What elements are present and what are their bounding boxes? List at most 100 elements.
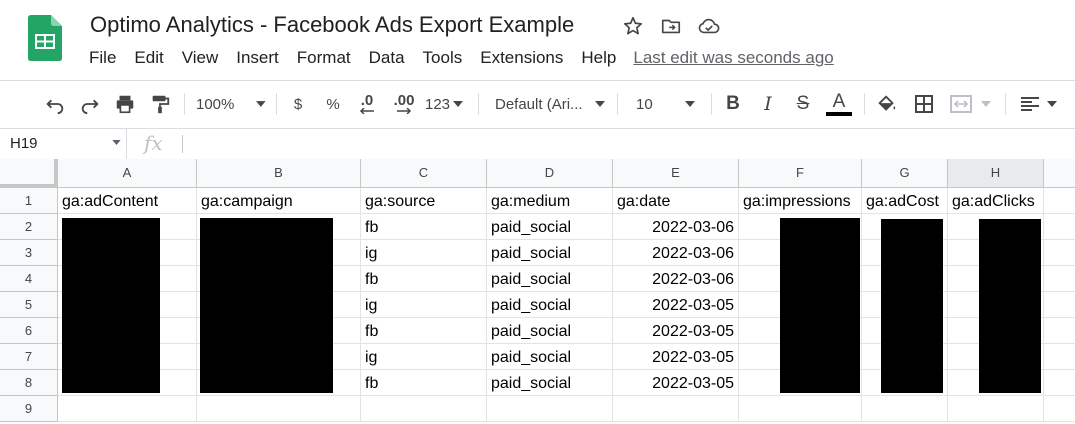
cell-d6[interactable]: paid_social bbox=[487, 318, 613, 344]
cell-c5[interactable]: ig bbox=[361, 292, 487, 318]
cell-e2[interactable]: 2022-03-06 bbox=[613, 214, 739, 240]
column-header-a[interactable]: A bbox=[58, 159, 197, 188]
cell-i2[interactable] bbox=[1044, 214, 1075, 240]
menu-help[interactable]: Help bbox=[572, 46, 625, 70]
cell-h9[interactable] bbox=[948, 396, 1044, 422]
menu-insert[interactable]: Insert bbox=[227, 46, 288, 70]
paint-format-icon[interactable] bbox=[147, 91, 173, 117]
row-header-4[interactable]: 4 bbox=[0, 266, 58, 292]
column-header-d[interactable]: D bbox=[487, 159, 613, 188]
row-header-9[interactable]: 9 bbox=[0, 396, 58, 422]
name-box[interactable]: H19 bbox=[0, 129, 127, 159]
increase-decimal-button[interactable]: .00 bbox=[390, 91, 418, 117]
cell-i5[interactable] bbox=[1044, 292, 1075, 318]
cell-g9[interactable] bbox=[862, 396, 948, 422]
cell-i3[interactable] bbox=[1044, 240, 1075, 266]
cell-d1[interactable]: ga:medium bbox=[487, 188, 613, 214]
cell-a1[interactable]: ga:adContent bbox=[58, 188, 197, 214]
cell-d2[interactable]: paid_social bbox=[487, 214, 613, 240]
cell-h1[interactable]: ga:adClicks bbox=[948, 188, 1044, 214]
fill-color-icon[interactable] bbox=[875, 91, 899, 117]
column-header-h[interactable]: H bbox=[948, 159, 1044, 188]
cell-e6[interactable]: 2022-03-05 bbox=[613, 318, 739, 344]
column-header-f[interactable]: F bbox=[739, 159, 862, 188]
cell-d3[interactable]: paid_social bbox=[487, 240, 613, 266]
column-header-c[interactable]: C bbox=[361, 159, 487, 188]
cell-b9[interactable] bbox=[197, 396, 361, 422]
italic-button[interactable]: I bbox=[757, 91, 779, 117]
column-header-g[interactable]: G bbox=[862, 159, 948, 188]
cell-d4[interactable]: paid_social bbox=[487, 266, 613, 292]
menu-file[interactable]: File bbox=[80, 46, 125, 70]
cell-g1[interactable]: ga:adCost bbox=[862, 188, 948, 214]
row-header-3[interactable]: 3 bbox=[0, 240, 58, 266]
cell-e3[interactable]: 2022-03-06 bbox=[613, 240, 739, 266]
print-icon[interactable] bbox=[112, 91, 138, 117]
cell-c9[interactable] bbox=[361, 396, 487, 422]
redo-icon[interactable] bbox=[77, 91, 103, 117]
merge-cells-icon[interactable] bbox=[948, 91, 992, 117]
cell-e8[interactable]: 2022-03-05 bbox=[613, 370, 739, 396]
cell-d5[interactable]: paid_social bbox=[487, 292, 613, 318]
row-header-7[interactable]: 7 bbox=[0, 344, 58, 370]
cell-i4[interactable] bbox=[1044, 266, 1075, 292]
document-title[interactable]: Optimo Analytics - Facebook Ads Export E… bbox=[90, 12, 574, 38]
sheets-logo-icon[interactable] bbox=[28, 15, 62, 66]
cell-e9[interactable] bbox=[613, 396, 739, 422]
menu-view[interactable]: View bbox=[173, 46, 228, 70]
decrease-decimal-button[interactable]: .0 bbox=[355, 91, 379, 117]
cell-i6[interactable] bbox=[1044, 318, 1075, 344]
horizontal-align-icon[interactable] bbox=[1016, 91, 1060, 117]
strikethrough-button[interactable]: S bbox=[792, 91, 814, 117]
cell-e7[interactable]: 2022-03-05 bbox=[613, 344, 739, 370]
row-header-1[interactable]: 1 bbox=[0, 188, 58, 214]
cell-e5[interactable]: 2022-03-05 bbox=[613, 292, 739, 318]
cell-c1[interactable]: ga:source bbox=[361, 188, 487, 214]
row-header-8[interactable]: 8 bbox=[0, 370, 58, 396]
font-family-select[interactable]: Default (Ari... bbox=[495, 91, 607, 117]
cloud-status-icon[interactable] bbox=[696, 13, 722, 39]
cell-i9[interactable] bbox=[1044, 396, 1075, 422]
menu-tools[interactable]: Tools bbox=[414, 46, 472, 70]
cell-d8[interactable]: paid_social bbox=[487, 370, 613, 396]
currency-format-button[interactable]: $ bbox=[288, 91, 308, 117]
bold-button[interactable]: B bbox=[722, 91, 744, 117]
menu-data[interactable]: Data bbox=[360, 46, 414, 70]
font-size-select[interactable]: 10 bbox=[636, 91, 700, 117]
cell-c6[interactable]: fb bbox=[361, 318, 487, 344]
percent-format-button[interactable]: % bbox=[323, 91, 343, 117]
menu-edit[interactable]: Edit bbox=[125, 46, 172, 70]
cell-i7[interactable] bbox=[1044, 344, 1075, 370]
borders-icon[interactable] bbox=[912, 91, 936, 117]
row-header-5[interactable]: 5 bbox=[0, 292, 58, 318]
cell-c4[interactable]: fb bbox=[361, 266, 487, 292]
move-to-folder-icon[interactable] bbox=[658, 13, 684, 39]
cell-i8[interactable] bbox=[1044, 370, 1075, 396]
cell-c3[interactable]: ig bbox=[361, 240, 487, 266]
star-icon[interactable] bbox=[620, 13, 646, 39]
cell-f9[interactable] bbox=[739, 396, 862, 422]
cell-c2[interactable]: fb bbox=[361, 214, 487, 240]
number-format-select[interactable]: 123 bbox=[425, 91, 465, 117]
formula-input[interactable] bbox=[190, 129, 1070, 159]
row-header-6[interactable]: 6 bbox=[0, 318, 58, 344]
last-edit-link[interactable]: Last edit was seconds ago bbox=[633, 48, 833, 68]
text-color-button[interactable]: A bbox=[825, 91, 853, 117]
cell-d7[interactable]: paid_social bbox=[487, 344, 613, 370]
menu-format[interactable]: Format bbox=[288, 46, 360, 70]
cell-e4[interactable]: 2022-03-06 bbox=[613, 266, 739, 292]
zoom-select[interactable]: 100% bbox=[196, 91, 266, 117]
undo-icon[interactable] bbox=[42, 91, 68, 117]
select-all-corner[interactable] bbox=[0, 159, 58, 188]
cell-b1[interactable]: ga:campaign bbox=[197, 188, 361, 214]
cell-d9[interactable] bbox=[487, 396, 613, 422]
cell-i1[interactable] bbox=[1044, 188, 1075, 214]
cell-c7[interactable]: ig bbox=[361, 344, 487, 370]
cell-c8[interactable]: fb bbox=[361, 370, 487, 396]
cell-e1[interactable]: ga:date bbox=[613, 188, 739, 214]
cell-a9[interactable] bbox=[58, 396, 197, 422]
menu-extensions[interactable]: Extensions bbox=[471, 46, 572, 70]
column-header-b[interactable]: B bbox=[197, 159, 361, 188]
column-header-i[interactable] bbox=[1044, 159, 1075, 188]
cell-f1[interactable]: ga:impressions bbox=[739, 188, 862, 214]
